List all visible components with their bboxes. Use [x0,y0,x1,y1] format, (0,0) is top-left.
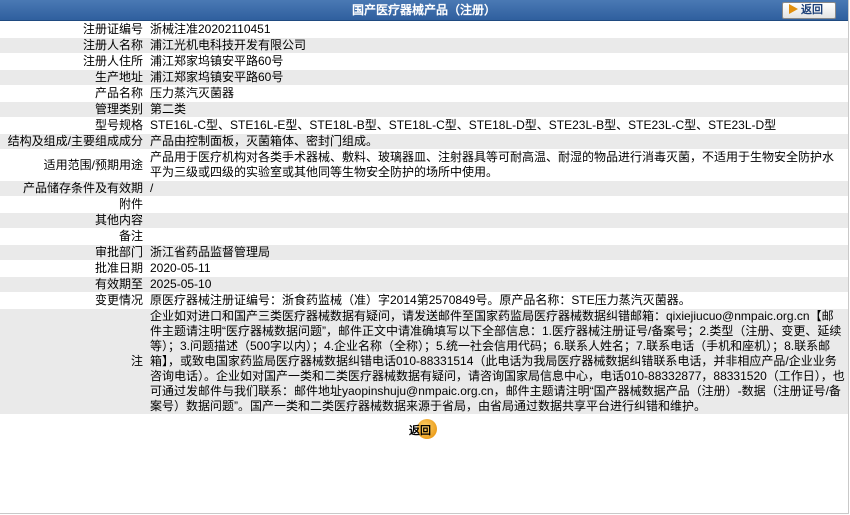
table-row: 备注 [0,229,848,244]
field-label: 型号规格 [0,118,147,133]
table-row: 注企业如对进口和国产三类医疗器械数据有疑问，请发送邮件至国家药监局医疗器械数据纠… [0,309,848,414]
field-value: 企业如对进口和国产三类医疗器械数据有疑问，请发送邮件至国家药监局医疗器械数据纠错… [147,309,848,414]
back-button-bottom-label: 返回 [409,425,431,437]
field-label: 有效期至 [0,277,147,292]
field-label: 审批部门 [0,245,147,260]
field-label: 结构及组成/主要组成成分 [0,134,147,149]
field-label: 附件 [0,197,147,212]
field-label: 批准日期 [0,261,147,276]
table-row: 注册人住所 浦江郑家坞镇安平路60号 [0,54,848,69]
field-value: 压力蒸汽灭菌器 [147,86,848,101]
field-value: 浦江郑家坞镇安平路60号 [147,54,848,69]
field-value: 产品由控制面板，灭菌箱体、密封门组成。 [147,134,848,149]
field-value [147,229,848,244]
field-value [147,197,848,212]
field-label: 注 [0,309,147,414]
field-value: 浦江光机电科技开发有限公司 [147,38,848,53]
field-value: 第二类 [147,102,848,117]
title-bar: 国产医疗器械产品（注册） 返回 [0,0,848,21]
table-row: 附件 [0,197,848,212]
detail-table: 注册证编号 浙械注准20202110451 注册人名称 浦江光机电科技开发有限公司 注册… [0,21,848,415]
field-label: 注册人住所 [0,54,147,69]
field-value: 浦江郑家坞镇安平路60号 [147,70,848,85]
detail-page: 国产医疗器械产品（注册） 返回 注册证编号 浙械注准20202110451 注册人名… [0,0,849,514]
arrow-right-icon [789,4,798,14]
field-label: 产品名称 [0,86,147,101]
back-button-top-label: 返回 [801,4,823,16]
field-label: 注册证编号 [0,22,147,37]
field-value: 2020-05-11 [147,261,848,276]
back-button-bottom[interactable]: 返回 [399,419,449,439]
table-row: 适用范围/预期用途 产品用于医疗机构对各类手术器械、敷料、玻璃器皿、注射器具等可耐… [0,150,848,180]
table-row: 生产地址 浦江郑家坞镇安平路60号 [0,70,848,85]
field-label: 产品储存条件及有效期 [0,181,147,196]
table-row: 注册证编号 浙械注准20202110451 [0,22,848,37]
table-row: 管理类别 第二类 [0,102,848,117]
field-label: 管理类别 [0,102,147,117]
table-row: 审批部门 浙江省药品监督管理局 [0,245,848,260]
field-value: STE16L-C型、STE16L-E型、STE18L-B型、STE18L-C型、… [147,118,848,133]
table-row: 批准日期 2020-05-11 [0,261,848,276]
field-label: 变更情况 [0,293,147,308]
field-label: 注册人名称 [0,38,147,53]
table-row: 变更情况 原医疗器械注册证编号：浙食药监械（准）字2014第2570849号。原产… [0,293,848,308]
field-label: 生产地址 [0,70,147,85]
table-row: 产品名称 压力蒸汽灭菌器 [0,86,848,101]
field-value: 2025-05-10 [147,277,848,292]
table-row: 有效期至 2025-05-10 [0,277,848,292]
field-value: / [147,181,848,196]
field-value [147,213,848,228]
back-button-top[interactable]: 返回 [782,2,836,19]
page-title: 国产医疗器械产品（注册） [351,3,496,17]
field-label: 备注 [0,229,147,244]
table-row: 结构及组成/主要组成成分 产品由控制面板，灭菌箱体、密封门组成。 [0,134,848,149]
field-label: 适用范围/预期用途 [0,150,147,180]
field-value: 原医疗器械注册证编号：浙食药监械（准）字2014第2570849号。原产品名称：… [147,293,848,308]
table-row: 其他内容 [0,213,848,228]
table-row: 型号规格 STE16L-C型、STE16L-E型、STE18L-B型、STE18L… [0,118,848,133]
field-label: 其他内容 [0,213,147,228]
table-row: 产品储存条件及有效期 / [0,181,848,196]
field-value: 浙江省药品监督管理局 [147,245,848,260]
field-value: 浙械注准20202110451 [147,22,848,37]
footer: 返回 [0,415,848,442]
table-row: 注册人名称 浦江光机电科技开发有限公司 [0,38,848,53]
field-value: 产品用于医疗机构对各类手术器械、敷料、玻璃器皿、注射器具等可耐高温、耐湿的物品进… [147,150,848,180]
